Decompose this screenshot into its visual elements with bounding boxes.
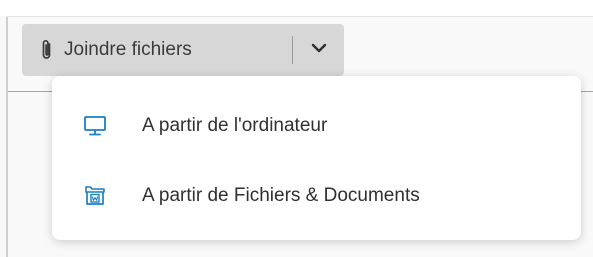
panel-top-border: [6, 16, 593, 17]
document-library-icon: [82, 184, 108, 208]
attach-files-label: Joindre fichiers: [64, 39, 192, 60]
attach-files-button[interactable]: Joindre fichiers: [22, 24, 208, 76]
attach-files-split-button: Joindre fichiers: [22, 24, 344, 76]
chevron-down-icon: [311, 41, 327, 59]
monitor-icon: [82, 114, 108, 138]
toolbar-background: [0, 0, 593, 16]
menu-item-label: A partir de l'ordinateur: [142, 115, 328, 136]
attach-options-menu: A partir de l'ordinateur A partir de Fic…: [52, 76, 581, 240]
panel-left-border: [6, 16, 8, 257]
paperclip-icon: [40, 38, 54, 62]
attach-options-toggle[interactable]: [293, 24, 344, 76]
menu-item-from-computer[interactable]: A partir de l'ordinateur: [52, 101, 581, 151]
menu-item-label: A partir de Fichiers & Documents: [142, 185, 420, 206]
menu-item-from-files-documents[interactable]: A partir de Fichiers & Documents: [52, 171, 581, 221]
